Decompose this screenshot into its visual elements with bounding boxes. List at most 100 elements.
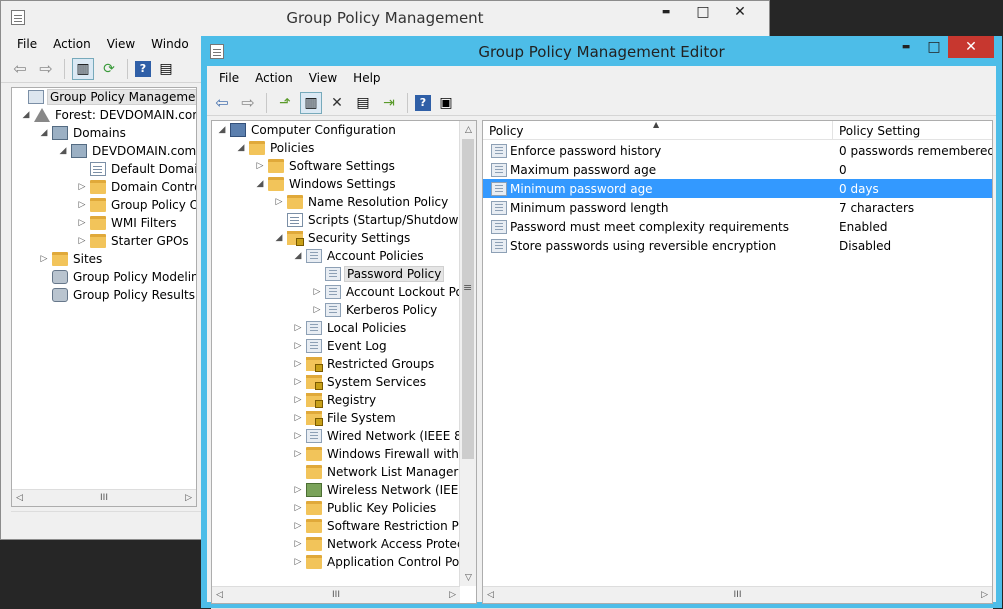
expand-arrow-icon[interactable]: ▷ bbox=[292, 341, 304, 351]
tree-node-policies[interactable]: ◢ Policies bbox=[235, 139, 316, 157]
expand-arrow-icon[interactable]: ▷ bbox=[292, 503, 304, 513]
tree-node-sites[interactable]: ▷ Sites bbox=[38, 250, 104, 268]
expand-arrow-icon[interactable]: ▷ bbox=[292, 521, 304, 531]
table-row[interactable]: Password must meet complexity requiremen… bbox=[483, 217, 992, 236]
delete-icon[interactable]: ✕ bbox=[326, 92, 348, 114]
tree-node-default-domain[interactable]: Default Domain bbox=[76, 160, 196, 178]
tree-node-software-restriction[interactable]: ▷ Software Restriction Poli bbox=[292, 517, 474, 535]
tree-node-name-resolution-policy[interactable]: ▷ Name Resolution Policy bbox=[273, 193, 450, 211]
menu-window[interactable]: Windo bbox=[143, 37, 197, 51]
tree-node-devdomain[interactable]: ◢ DEVDOMAIN.com bbox=[57, 142, 196, 160]
menu-file[interactable]: File bbox=[211, 71, 247, 85]
expand-arrow-icon[interactable]: ▷ bbox=[273, 197, 285, 207]
scroll-right-icon[interactable]: ▷ bbox=[449, 590, 456, 600]
scroll-left-icon[interactable]: ◁ bbox=[487, 590, 494, 600]
tree-node-password-policy[interactable]: Password Policy bbox=[311, 265, 445, 283]
minimize-button[interactable]: ▬ bbox=[643, 1, 689, 23]
expand-arrow-icon[interactable]: ▷ bbox=[292, 485, 304, 495]
tree-node-group-policy-objects[interactable]: ▷ Group Policy Ol bbox=[76, 196, 196, 214]
expand-arrow-icon[interactable]: ▷ bbox=[292, 539, 304, 549]
column-header-policy[interactable]: Policy ▲ bbox=[483, 121, 833, 140]
refresh-icon[interactable]: ⟳ bbox=[98, 58, 120, 80]
properties-icon[interactable]: ▤ bbox=[352, 92, 374, 114]
expand-arrow-icon[interactable]: ▷ bbox=[76, 218, 88, 228]
tree-node-gp-results[interactable]: Group Policy Results bbox=[38, 286, 196, 304]
tree-node-restricted-groups[interactable]: ▷ Restricted Groups bbox=[292, 355, 436, 373]
menu-action[interactable]: Action bbox=[247, 71, 301, 85]
expand-arrow-icon[interactable]: ▷ bbox=[38, 254, 50, 264]
expand-arrow-icon[interactable]: ▷ bbox=[292, 377, 304, 387]
collapse-arrow-icon[interactable]: ◢ bbox=[20, 110, 32, 120]
tree-node-account-policies[interactable]: ◢ Account Policies bbox=[292, 247, 426, 265]
tree-node-scripts[interactable]: Scripts (Startup/Shutdown) bbox=[273, 211, 473, 229]
maximize-button[interactable]: □ bbox=[689, 1, 717, 23]
tree-node-domain-controllers[interactable]: ▷ Domain Contro bbox=[76, 178, 196, 196]
scroll-left-icon[interactable]: ◁ bbox=[216, 590, 223, 600]
tree-node-local-policies[interactable]: ▷ Local Policies bbox=[292, 319, 408, 337]
tree-node-wired-network[interactable]: ▷ Wired Network (IEEE 802 bbox=[292, 427, 476, 445]
tree-node-forest[interactable]: ◢ Forest: DEVDOMAIN.com bbox=[20, 106, 196, 124]
expand-arrow-icon[interactable]: ▷ bbox=[76, 200, 88, 210]
tree-node-event-log[interactable]: ▷ Event Log bbox=[292, 337, 389, 355]
collapse-arrow-icon[interactable]: ◢ bbox=[273, 233, 285, 243]
scroll-up-icon[interactable]: △ bbox=[460, 121, 476, 138]
tree-node-wmi-filters[interactable]: ▷ WMI Filters bbox=[76, 214, 179, 232]
scroll-right-icon[interactable]: ▷ bbox=[185, 493, 192, 503]
expand-arrow-icon[interactable]: ▷ bbox=[311, 287, 323, 297]
show-hide-tree-icon[interactable]: ▥ bbox=[300, 91, 322, 114]
back-arrow-icon[interactable]: ⇦ bbox=[9, 58, 31, 80]
tree-node-domains[interactable]: ◢ Domains bbox=[38, 124, 128, 142]
collapse-arrow-icon[interactable]: ◢ bbox=[235, 143, 247, 153]
collapse-arrow-icon[interactable]: ◢ bbox=[216, 125, 228, 135]
tree-node-windows-settings[interactable]: ◢ Windows Settings bbox=[254, 175, 398, 193]
tree-node-system-services[interactable]: ▷ System Services bbox=[292, 373, 428, 391]
scroll-left-icon[interactable]: ◁ bbox=[16, 493, 23, 503]
action-pane-icon[interactable]: ▣ bbox=[435, 92, 457, 114]
scroll-right-icon[interactable]: ▷ bbox=[981, 590, 988, 600]
collapse-arrow-icon[interactable]: ◢ bbox=[38, 128, 50, 138]
tree-node-gpm-root[interactable]: Group Policy Management bbox=[14, 88, 196, 106]
tree-node-network-list-manager[interactable]: Network List Manager Po bbox=[292, 463, 476, 481]
show-hide-tree-icon[interactable]: ▥ bbox=[72, 57, 94, 80]
scroll-down-icon[interactable]: ▽ bbox=[460, 569, 476, 586]
collapse-arrow-icon[interactable]: ◢ bbox=[292, 251, 304, 261]
gpme-tree-hscrollbar[interactable]: ◁ III ▷ bbox=[212, 586, 460, 603]
table-row[interactable]: Maximum password age 0 bbox=[483, 160, 992, 179]
tree-node-computer-configuration[interactable]: ◢ Computer Configuration bbox=[216, 121, 398, 139]
up-folder-icon[interactable]: ⬏ bbox=[274, 92, 296, 114]
menu-help[interactable]: Help bbox=[345, 71, 388, 85]
expand-arrow-icon[interactable]: ▷ bbox=[292, 413, 304, 423]
tree-node-registry[interactable]: ▷ Registry bbox=[292, 391, 378, 409]
tree-node-wireless-network[interactable]: ▷ Wireless Network (IEEE 8 bbox=[292, 481, 476, 499]
table-row[interactable]: Store passwords using reversible encrypt… bbox=[483, 236, 992, 255]
back-arrow-icon[interactable]: ⇦ bbox=[211, 92, 233, 114]
expand-arrow-icon[interactable]: ▷ bbox=[292, 359, 304, 369]
expand-arrow-icon[interactable]: ▷ bbox=[292, 449, 304, 459]
scroll-thumb[interactable]: III bbox=[332, 590, 340, 600]
tree-node-file-system[interactable]: ▷ File System bbox=[292, 409, 398, 427]
menu-action[interactable]: Action bbox=[45, 37, 99, 51]
scroll-thumb[interactable] bbox=[462, 139, 474, 459]
expand-arrow-icon[interactable]: ▷ bbox=[292, 557, 304, 567]
menu-view[interactable]: View bbox=[301, 71, 345, 85]
tree-node-kerberos-policy[interactable]: ▷ Kerberos Policy bbox=[311, 301, 439, 319]
maximize-button[interactable]: □ bbox=[920, 36, 948, 58]
export-list-icon[interactable]: ⇥ bbox=[378, 92, 400, 114]
tree-node-network-access-protection[interactable]: ▷ Network Access Protecti bbox=[292, 535, 474, 553]
expand-arrow-icon[interactable]: ▷ bbox=[254, 161, 266, 171]
table-row[interactable]: Enforce password history 0 passwords rem… bbox=[483, 141, 992, 160]
minimize-button[interactable]: ▬ bbox=[892, 36, 920, 58]
tree-node-public-key-policies[interactable]: ▷ Public Key Policies bbox=[292, 499, 438, 517]
forward-arrow-icon[interactable]: ⇨ bbox=[35, 58, 57, 80]
forward-arrow-icon[interactable]: ⇨ bbox=[237, 92, 259, 114]
gpm-titlebar[interactable]: Group Policy Management ▬ □ ✕ bbox=[1, 1, 769, 33]
column-header-policy-setting[interactable]: Policy Setting bbox=[833, 121, 992, 140]
tree-node-gp-modeling[interactable]: Group Policy Modeling bbox=[38, 268, 196, 286]
scroll-thumb[interactable]: III bbox=[100, 493, 108, 503]
tree-node-security-settings[interactable]: ◢ Security Settings bbox=[273, 229, 412, 247]
collapse-arrow-icon[interactable]: ◢ bbox=[254, 179, 266, 189]
close-button[interactable]: ✕ bbox=[717, 1, 763, 23]
scroll-thumb[interactable]: III bbox=[734, 590, 742, 600]
list-hscrollbar[interactable]: ◁ III ▷ bbox=[483, 586, 992, 603]
collapse-arrow-icon[interactable]: ◢ bbox=[57, 146, 69, 156]
